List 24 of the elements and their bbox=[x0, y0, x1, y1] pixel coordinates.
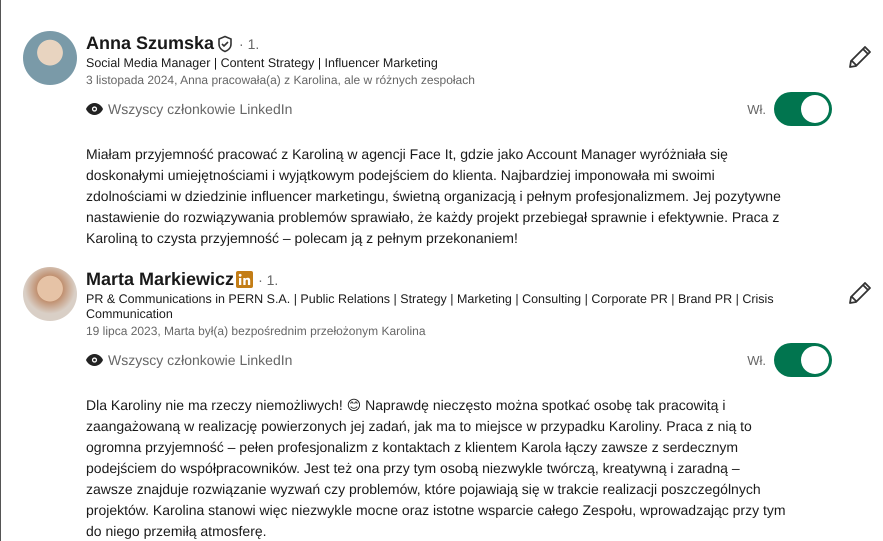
pencil-icon[interactable] bbox=[848, 281, 872, 305]
visibility-toggle[interactable] bbox=[774, 92, 832, 126]
visibility-label: Wszyscy członkowie LinkedIn bbox=[108, 101, 292, 117]
premium-badge-icon bbox=[236, 271, 254, 288]
headline: Social Media Manager | Content Strategy | Influencer Marketing bbox=[86, 56, 439, 71]
headline: PR & Communications in PERN S.A. | Public Relations | Strategy | Marketing | Consulting | Corporate PR | Brand PR | Crisis Communication bbox=[86, 292, 775, 322]
recommendation-date: 3 listopada 2024, Anna pracowała(a) z Karolina, ale w różnych zespołach bbox=[86, 73, 476, 87]
visibility-toggle[interactable] bbox=[774, 343, 832, 377]
pencil-icon[interactable] bbox=[848, 45, 872, 69]
toggle-label: Wł. bbox=[747, 352, 766, 368]
eye-icon bbox=[86, 103, 103, 115]
eye-icon bbox=[86, 354, 103, 366]
person-name[interactable]: Marta Markiewicz bbox=[86, 269, 234, 290]
connection-degree: · 1. bbox=[258, 272, 278, 288]
person-name[interactable]: Anna Szumska bbox=[86, 33, 214, 54]
avatar-photo[interactable] bbox=[23, 267, 77, 321]
verified-shield-icon bbox=[216, 34, 234, 52]
recommendation-text: Dla Karoliny nie ma rzeczy niemożliwych! 😊 Naprawdę nieczęsto można spotkać osobę tak pracowitą i zaangażowaną w realizację powierzonych jej zadań, jak ma to miejsce w przypadku Karoliny. Praca z nią to ogromna przyjemność – pełen profesjonalizm z kontaktach z klientem Karola łączy zawsze z serdecznym podejściem do współpracowników. Jest też ona przy tym osobą niezwykle twórczą, kreatywną i zaradną – zawsze znajduje rozwiązanie wyzwań czy problemów, które pojawiają się w trakcie realizacji poszczególnych projektów. Karolina stanowi więc niezwykle mocne oraz istotne wsparcie całego Zespołu, wprowadzając przy tym do niego przemiłą atmosferę. bbox=[86, 396, 786, 541]
recommendation-text: Miałam przyjemność pracować z Karoliną w agencji Face It, gdzie jako Account Manager wyróżniała się doskonałymi umiejętnościami i wyjątkowym podejściem do klienta. Najbardziej imponowała mi swoimi zdolnościami w dziedzinie influencer marketingu, świetną organizacją i pełnym profesjonalizmem. Jej pozytywne nastawienie do rozwiązywania problemów sprawiało, że każdy projekt przebiegał sprawnie i efektywnie. Praca z Karoliną to czysta przyjemność – polecam ją z pełnym przekonaniem! bbox=[86, 145, 782, 248]
visibility-label: Wszyscy członkowie LinkedIn bbox=[108, 352, 292, 368]
recommendation-date: 19 lipca 2023, Marta był(a) bezpośrednim przełożonym Karolina bbox=[86, 324, 427, 338]
connection-degree: · 1. bbox=[239, 36, 260, 52]
avatar-photo[interactable] bbox=[23, 31, 77, 85]
toggle-label: Wł. bbox=[747, 102, 766, 116]
